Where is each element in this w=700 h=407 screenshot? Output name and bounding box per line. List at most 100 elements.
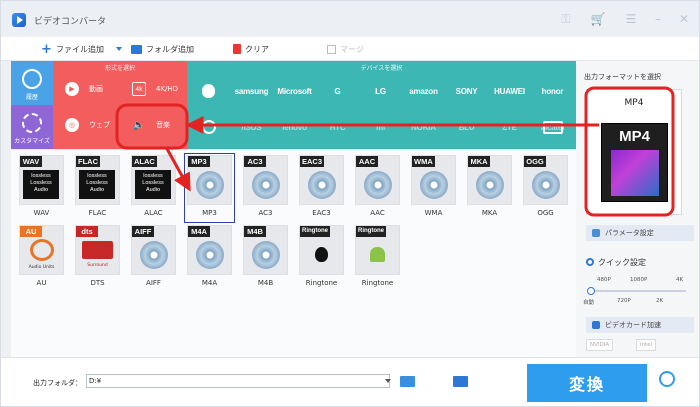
menu-icon[interactable]: ☰ — [623, 11, 639, 27]
preset-ringtone[interactable]: Ringtone Ringtone — [296, 223, 347, 293]
hd-format-tab[interactable]: 4k 4K/HD — [120, 71, 187, 107]
film-icon — [611, 150, 659, 196]
gpu-acceleration-label: ビデオカード加速 — [605, 321, 661, 329]
preset-mp3[interactable]: MP3 MP3 — [184, 153, 235, 223]
web-format-tab[interactable]: ◎ ウェブ — [53, 107, 120, 143]
preset-grid: WAV lossless Lossless Audio WAV FLAC lossless L… — [11, 149, 576, 357]
preset-dts[interactable]: dts Surround DTS — [72, 223, 123, 293]
preset-wav[interactable]: WAV lossless Lossless Audio WAV — [16, 153, 67, 223]
music-disc-icon — [196, 241, 224, 269]
device-item[interactable]: mi — [359, 109, 402, 145]
device-item[interactable]: BLU — [445, 109, 488, 145]
audio-format-tab[interactable]: 🔈 音楽 — [120, 107, 187, 143]
preset-flac[interactable]: FLAC lossless Lossless Audio FLAC — [72, 153, 123, 223]
preset-ogg[interactable]: OGG OGG — [520, 153, 571, 223]
add-file-dropdown[interactable] — [116, 41, 122, 57]
customize-tab[interactable]: カスタマイズ — [11, 105, 53, 149]
trash-icon — [233, 44, 241, 54]
device-item[interactable]: HTC — [316, 109, 359, 145]
music-disc-icon — [196, 171, 224, 199]
audio-label: 音楽 — [156, 121, 170, 129]
alarm-clock-icon[interactable] — [659, 371, 675, 387]
window-title: ビデオコンバータ — [34, 17, 107, 27]
key-icon[interactable]: ⚿ — [558, 11, 574, 27]
device-item[interactable]: NOKIA — [402, 109, 445, 145]
lossless-text: lossless — [143, 173, 163, 179]
preset-aac[interactable]: AAC AAC — [352, 153, 403, 223]
history-tab[interactable]: 履歴 — [11, 61, 53, 105]
device-item[interactable]: SONY — [445, 73, 488, 109]
device-item[interactable]: amazon — [402, 73, 445, 109]
convert-button[interactable]: 変換 — [527, 364, 647, 402]
chrome-icon: ◎ — [65, 118, 79, 132]
device-item[interactable]: HUAWEI — [488, 73, 531, 109]
quality-label-2k: 2K — [656, 298, 664, 304]
minimize-icon[interactable]: – — [650, 11, 666, 27]
preset-ac3[interactable]: AC3 AC3 — [240, 153, 291, 223]
device-item[interactable]: samsung — [230, 73, 273, 109]
preset-wma[interactable]: WMA WMA — [408, 153, 459, 223]
format-panel: 履歴 カスタマイズ 形式を選択 ▶ 動画 4k 4K/HD ◎ ウェブ 🔈 音楽… — [1, 61, 576, 357]
device-item[interactable]: ZTE — [488, 109, 531, 145]
preset-au[interactable]: AU Audio Units AU — [16, 223, 67, 293]
preset-m4a[interactable]: M4A M4A — [184, 223, 235, 293]
quality-slider-handle[interactable] — [587, 287, 595, 295]
add-folder-button[interactable]: フォルダ追加 — [131, 41, 194, 57]
dts-logo-icon — [82, 241, 113, 259]
clear-button[interactable]: クリア — [233, 41, 269, 57]
open-folder-icon[interactable] — [453, 376, 468, 387]
device-item[interactable]: honor — [531, 73, 574, 109]
preset-aiff[interactable]: AIFF AIFF — [128, 223, 179, 293]
merge-icon — [327, 44, 336, 54]
preset-eac3[interactable]: EAC3 EAC3 — [296, 153, 347, 223]
merge-button[interactable]: マージ — [327, 41, 364, 57]
parameter-settings-button[interactable]: パラメータ設定 — [586, 225, 694, 241]
close-icon[interactable]: ✕ — [676, 11, 692, 27]
quality-slider-track[interactable] — [591, 290, 686, 292]
video-format-tab[interactable]: ▶ 動画 — [53, 71, 120, 107]
preset-label: ALAC — [144, 209, 163, 217]
chevron-down-icon[interactable] — [385, 379, 391, 383]
chip-icon — [592, 321, 600, 329]
device-item[interactable]: lenovo — [273, 109, 316, 145]
output-format-box[interactable]: MP4 MP4 — [586, 89, 682, 215]
parameter-settings-label: パラメータ設定 — [605, 229, 654, 237]
preset-tag: OGG — [524, 156, 546, 167]
preset-label: AU — [36, 279, 47, 287]
mp4-thumbnail: MP4 — [601, 123, 668, 202]
cart-icon[interactable]: 🛒 — [590, 11, 606, 27]
lossless-text: lossless — [87, 173, 107, 179]
music-disc-icon — [140, 241, 168, 269]
app-window: ビデオコンバータ ⚿ 🛒 ☰ – ✕ + ファイル追加 フォルダ追加 クリア マ… — [0, 0, 700, 407]
device-item[interactable]: /ISUS — [230, 109, 273, 145]
preset-label: FLAC — [88, 209, 107, 217]
preset-mka[interactable]: MKA MKA — [464, 153, 515, 223]
add-file-button[interactable]: + ファイル追加 — [41, 41, 104, 57]
device-apple-icon[interactable] — [187, 73, 230, 109]
preset-tag: dts — [76, 226, 98, 237]
device-item[interactable]: Microsoft — [273, 73, 316, 109]
output-format-name: MP4 — [624, 98, 644, 108]
folder-plus-icon — [131, 44, 142, 54]
clock-icon — [22, 69, 42, 89]
output-format-title: 出力フォーマットを選択 — [584, 73, 661, 81]
preset-label: MKA — [481, 209, 498, 217]
folder-browse-icon[interactable] — [400, 376, 415, 387]
preset-alac[interactable]: ALAC lossless Lossless Audio ALAC — [128, 153, 179, 223]
output-folder-input[interactable]: D:¥ — [86, 374, 390, 388]
preset-tag: M4A — [188, 226, 210, 237]
gpu-acceleration-button[interactable]: ビデオカード加速 — [586, 317, 694, 333]
preset-m4b[interactable]: M4B M4B — [240, 223, 291, 293]
audio-units-text: Audio Units — [28, 265, 55, 270]
device-motorola-icon[interactable] — [187, 109, 230, 145]
device-item[interactable]: LG — [359, 73, 402, 109]
quality-label-1080p: 1080P — [630, 277, 648, 283]
device-item[interactable]: G — [316, 73, 359, 109]
preset-tag: WMA — [412, 156, 435, 167]
4k-icon: 4k — [132, 82, 146, 96]
preset-tag: AC3 — [244, 156, 266, 167]
preset-tag: FLAC — [76, 156, 100, 167]
category-row: 履歴 カスタマイズ 形式を選択 ▶ 動画 4k 4K/HD ◎ ウェブ 🔈 音楽… — [11, 61, 576, 149]
preset-ringtone-android[interactable]: Ringtone Ringtone — [352, 223, 403, 293]
device-tv-icon[interactable] — [531, 109, 574, 145]
